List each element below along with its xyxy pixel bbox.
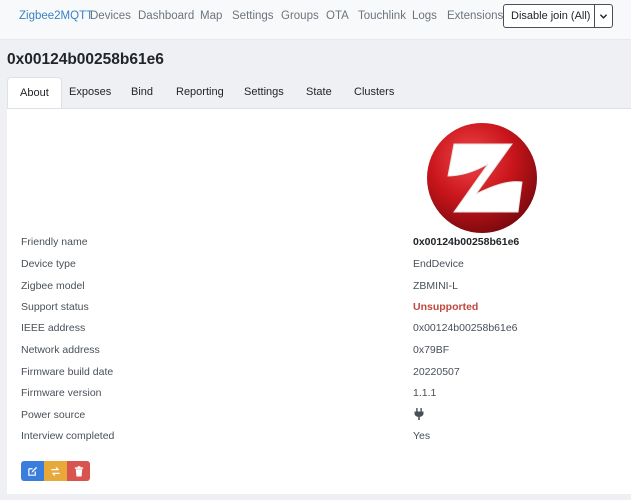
permit-join-group: Disable join (All) xyxy=(503,4,613,28)
ieee-address-value: 0x00124b00258b61e6 xyxy=(413,322,518,334)
nav-groups[interactable]: Groups xyxy=(281,10,319,22)
reinterview-button[interactable] xyxy=(44,461,67,481)
nav-devices[interactable]: Devices xyxy=(90,10,131,22)
tab-state[interactable]: State xyxy=(306,77,332,109)
zigbee-model-label: Zigbee model xyxy=(21,280,85,292)
firmware-build-date-label: Firmware build date xyxy=(21,366,114,378)
tab-clusters[interactable]: Clusters xyxy=(354,77,394,109)
network-address-label: Network address xyxy=(21,344,100,356)
device-type-label: Device type xyxy=(21,258,76,270)
friendly-name-label: Friendly name xyxy=(21,236,88,248)
tab-settings[interactable]: Settings xyxy=(244,77,284,109)
support-status-label: Support status xyxy=(21,301,89,313)
disable-join-button[interactable]: Disable join (All) xyxy=(504,5,594,27)
zigbee-logo xyxy=(427,123,537,233)
navbar: Zigbee2MQTT Devices Dashboard Map Settin… xyxy=(0,0,631,40)
refresh-icon xyxy=(51,466,60,476)
power-source-label: Power source xyxy=(21,409,86,421)
plug-icon xyxy=(414,408,424,420)
friendly-name-value: 0x00124b00258b61e6 xyxy=(413,236,520,248)
tab-about[interactable]: About xyxy=(7,77,62,109)
edit-icon xyxy=(28,466,38,476)
nav-ota[interactable]: OTA xyxy=(326,10,349,22)
brand-link[interactable]: Zigbee2MQTT xyxy=(19,10,93,22)
nav-settings[interactable]: Settings xyxy=(232,10,274,22)
interview-completed-label: Interview completed xyxy=(21,430,115,442)
trash-icon xyxy=(74,465,83,477)
tab-bind[interactable]: Bind xyxy=(131,77,153,109)
nav-dashboard[interactable]: Dashboard xyxy=(138,10,194,22)
chevron-down-icon xyxy=(600,13,607,19)
nav-logs[interactable]: Logs xyxy=(412,10,437,22)
join-dropdown-toggle[interactable] xyxy=(594,5,612,27)
device-type-value: EndDevice xyxy=(413,258,464,270)
edit-device-button[interactable] xyxy=(21,461,44,481)
tab-reporting[interactable]: Reporting xyxy=(176,77,224,109)
zigbee-model-value: ZBMINI-L xyxy=(413,280,458,292)
firmware-version-label: Firmware version xyxy=(21,387,102,399)
firmware-version-value: 1.1.1 xyxy=(413,387,437,399)
nav-touchlink[interactable]: Touchlink xyxy=(358,10,406,22)
nav-map[interactable]: Map xyxy=(200,10,222,22)
nav-extensions[interactable]: Extensions xyxy=(447,10,503,22)
interview-completed-value: Yes xyxy=(413,430,431,442)
page-title: 0x00124b00258b61e6 xyxy=(7,51,164,68)
tab-exposes[interactable]: Exposes xyxy=(69,77,111,109)
firmware-build-date-value: 20220507 xyxy=(413,366,460,378)
ieee-address-label: IEEE address xyxy=(21,322,86,334)
support-status-value: Unsupported xyxy=(413,301,479,313)
network-address-value: 0x79BF xyxy=(413,344,450,356)
remove-device-button[interactable] xyxy=(67,461,90,481)
